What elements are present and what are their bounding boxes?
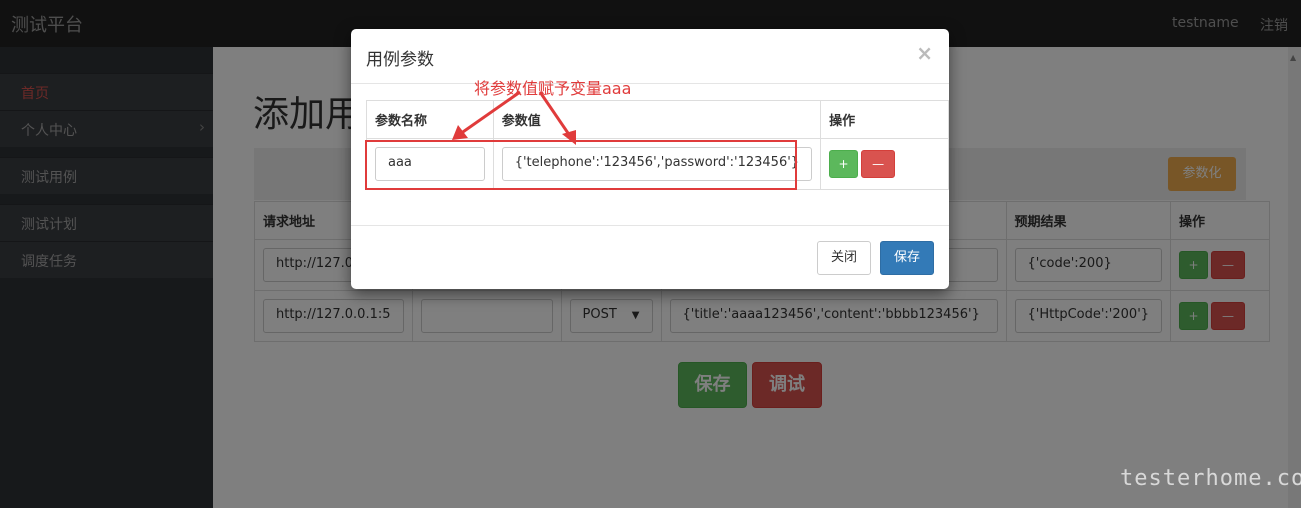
annotation-arrow-left <box>459 90 521 136</box>
annotation-arrowhead-left <box>452 125 468 140</box>
watermark: testerhome.com <box>1120 466 1301 491</box>
annotation-arrowhead-right <box>562 130 576 145</box>
annotation-arrow-right <box>538 91 572 137</box>
annotation-arrows <box>452 90 576 145</box>
